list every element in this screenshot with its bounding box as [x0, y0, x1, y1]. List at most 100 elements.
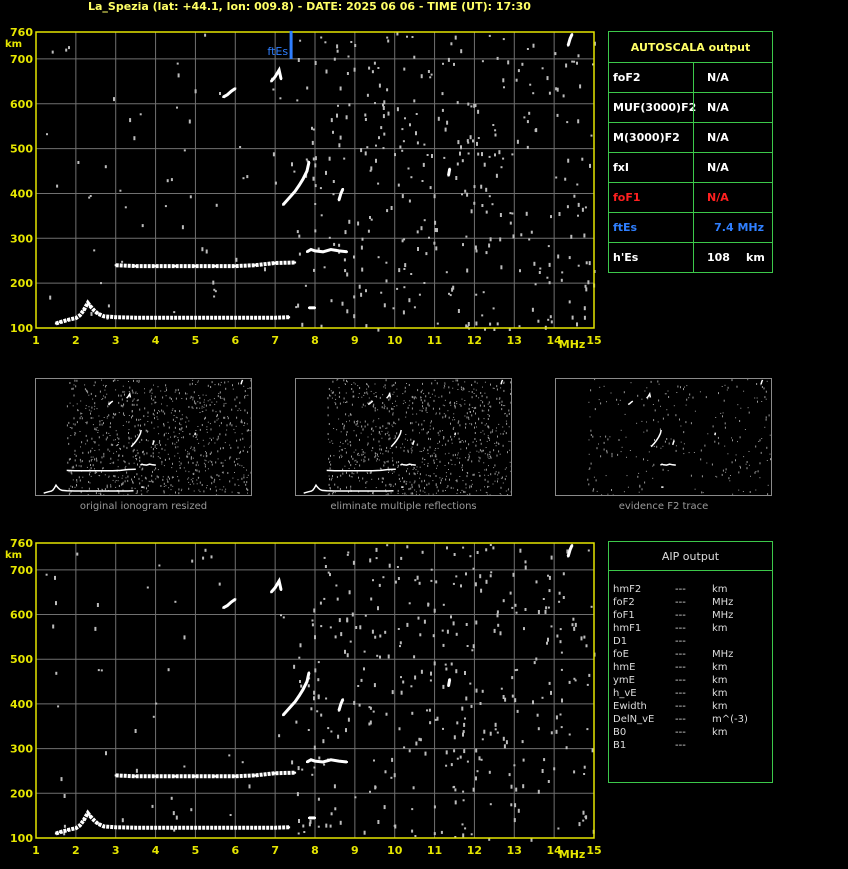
thumb-noise	[612, 494, 614, 496]
thumb-noise	[247, 474, 249, 476]
noise-speck	[447, 57, 450, 62]
thumb-noise	[186, 393, 188, 395]
trace-point	[102, 315, 105, 318]
thumb-noise	[341, 456, 342, 458]
noise-speck	[418, 737, 421, 741]
aip-value: ---	[675, 701, 686, 712]
thumb-noise	[240, 420, 242, 423]
y-tick-label: 760	[10, 26, 33, 39]
thumb-noise	[354, 460, 356, 462]
noise-speck	[560, 668, 563, 671]
thumb-noise	[107, 448, 109, 451]
noise-speck	[550, 320, 553, 324]
trace-point	[308, 816, 310, 819]
thumb-noise	[148, 480, 150, 482]
noise-speck	[461, 706, 464, 711]
thumb-noise	[339, 456, 340, 459]
thumb-noise	[387, 466, 389, 469]
aip-value: ---	[675, 714, 686, 725]
thumb-noise	[430, 422, 432, 424]
thumb-noise	[192, 396, 194, 399]
trace-point	[314, 249, 316, 252]
noise-speck	[329, 626, 332, 629]
thumb-noise	[393, 384, 395, 386]
thumb-noise	[86, 439, 88, 442]
noise-speck	[522, 758, 525, 762]
thumb-noise	[127, 475, 129, 478]
thumb-noise	[231, 424, 233, 427]
thumb-noise	[412, 413, 414, 415]
thumb-noise	[337, 486, 339, 489]
thumb-noise	[138, 381, 140, 383]
thumb-trace	[126, 391, 132, 399]
thumb-noise	[721, 386, 723, 387]
thumb-noise	[476, 426, 477, 428]
thumb-noise	[196, 438, 198, 440]
trace-point	[274, 75, 277, 78]
thumb-noise	[429, 438, 431, 441]
thumb-noise	[720, 412, 722, 414]
thumb-noise	[471, 460, 473, 463]
noise-speck	[418, 581, 421, 585]
thumb-noise	[424, 459, 426, 461]
noise-speck	[100, 282, 102, 285]
noise-speck	[544, 609, 547, 614]
thumb-noise	[343, 401, 345, 403]
thumb-noise	[434, 455, 436, 458]
x-tick-label: 10	[387, 844, 403, 857]
thumb-noise	[425, 395, 427, 398]
noise-speck	[547, 245, 550, 248]
noise-speck	[466, 192, 469, 197]
thumb-noise	[638, 491, 640, 493]
thumb-noise	[756, 383, 758, 385]
noise-speck	[460, 145, 462, 150]
thumb-noise	[740, 466, 741, 469]
noise-speck	[559, 628, 562, 631]
aip-param: B1	[613, 740, 627, 751]
thumb-noise	[196, 461, 198, 464]
thumb-noise	[396, 432, 398, 435]
noise-speck	[456, 757, 459, 760]
thumb-noise	[198, 442, 200, 444]
noise-speck	[474, 582, 477, 587]
noise-speck	[433, 805, 436, 809]
thumb-noise	[215, 486, 217, 488]
thumb-noise	[484, 478, 486, 481]
thumb-noise	[397, 467, 399, 468]
thumb-noise	[102, 467, 104, 469]
noise-speck	[466, 645, 469, 647]
noise-speck	[462, 790, 465, 793]
thumb-noise	[478, 456, 480, 458]
thumb-noise	[91, 459, 93, 460]
thumb-noise	[437, 489, 439, 492]
thumb-noise	[189, 397, 191, 399]
trace-series-0	[55, 809, 290, 836]
noise-speck	[496, 322, 499, 326]
thumb-noise	[346, 471, 347, 474]
thumb-noise	[769, 453, 771, 455]
trace-point	[306, 250, 308, 253]
noise-speck	[332, 193, 335, 196]
noise-speck	[454, 788, 457, 792]
thumb-noise	[185, 392, 186, 395]
thumb-noise	[392, 412, 394, 414]
noise-speck	[543, 758, 546, 762]
thumb-noise	[147, 484, 149, 487]
noise-speck	[577, 214, 579, 217]
thumb-noise	[357, 420, 359, 423]
thumb-trace	[411, 440, 415, 446]
thumb-noise	[132, 456, 134, 458]
thumb-noise	[411, 486, 413, 489]
thumb-noise	[236, 416, 238, 419]
thumb-noise	[432, 493, 434, 495]
noise-speck	[475, 293, 478, 296]
thumb-noise	[181, 398, 183, 399]
noise-speck	[494, 722, 497, 727]
thumb-noise	[504, 412, 506, 414]
thumb-noise	[348, 415, 350, 417]
thumb-noise	[481, 395, 483, 398]
thumb-noise	[242, 437, 244, 440]
thumb-noise	[243, 385, 245, 387]
noise-speck	[330, 812, 333, 816]
noise-speck	[550, 690, 552, 695]
